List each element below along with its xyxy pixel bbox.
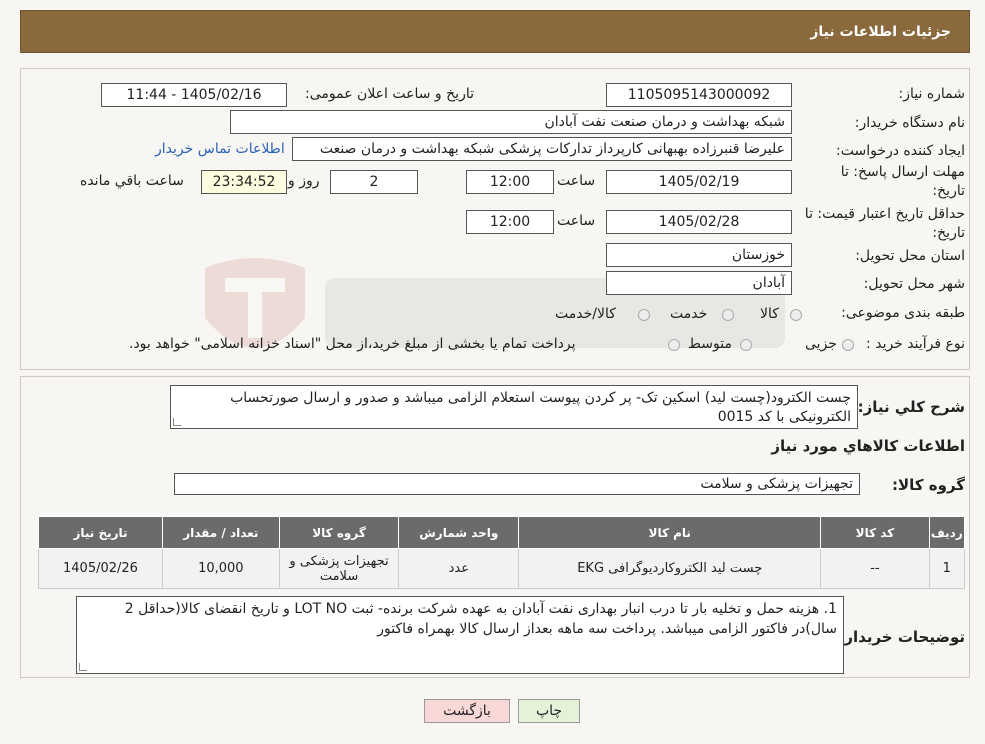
validity-time-label: ساعت: [557, 213, 596, 229]
buyer-contact-link[interactable]: اطلاعات تماس خریدار: [155, 141, 285, 157]
summary-label: شرح کلي نياز:: [857, 398, 965, 416]
col-name-header: نام کالا: [518, 516, 822, 549]
need-number-field: 1105095143000092: [606, 83, 792, 107]
col-date-header: تاریخ نیاز: [38, 516, 163, 549]
process-medium-label: متوسط: [688, 336, 732, 352]
summary-textarea: چست الکترود(چست لید) اسکین تک- پر کردن پ…: [170, 385, 858, 429]
buyer-org-label: نام دستگاه خریدار:: [854, 115, 965, 131]
city-label: شهر محل تحویل:: [863, 276, 965, 292]
process-label: نوع فرآیند خرید :: [866, 336, 965, 352]
table-header-row: رديف کد کالا نام کالا واحد شمارش گروه کا…: [38, 516, 966, 549]
remaining-time-field: 23:34:52: [201, 170, 287, 194]
col-row-header: رديف: [928, 516, 966, 549]
city-field: آبادان: [606, 271, 792, 295]
deadline-date-field: 1405/02/19: [606, 170, 792, 194]
goods-table: رديف کد کالا نام کالا واحد شمارش گروه کا…: [38, 516, 966, 589]
resize-handle-icon[interactable]: [79, 663, 87, 671]
deadline-time-label: ساعت: [557, 173, 596, 189]
treasury-checkbox[interactable]: [668, 339, 680, 351]
remaining-time-label: ساعت باقي مانده: [80, 173, 184, 189]
col-qty-header: تعداد / مقدار: [161, 516, 280, 549]
deadline-label-2: تاریخ:: [932, 183, 965, 199]
goods-group-label: گروه کالا:: [892, 476, 965, 494]
buyer-notes-label: توضیحات خریدار:: [838, 628, 965, 646]
summary-text: چست الکترود(چست لید) اسکین تک- پر کردن پ…: [230, 390, 851, 425]
print-button[interactable]: چاپ: [518, 699, 580, 723]
category-label: طبقه بندی موضوعی:: [841, 305, 965, 321]
cell-qty: 10,000: [161, 548, 280, 589]
process-minor-label: جزیی: [805, 336, 837, 352]
buyer-notes-textarea: 1. هزینه حمل و تخلیه بار تا درب انبار به…: [76, 596, 844, 674]
province-field: خوزستان: [606, 243, 792, 267]
resize-handle-icon[interactable]: [173, 418, 181, 426]
page-header: جزئیات اطلاعات نیاز: [20, 10, 970, 53]
need-number-label: شماره نیاز:: [898, 86, 966, 102]
validity-time-field: 12:00: [466, 210, 554, 234]
province-label: استان محل تحویل:: [855, 248, 965, 264]
category-goods-radio[interactable]: [790, 309, 802, 321]
buyer-org-field: شبکه بهداشت و درمان صنعت نفت آبادان: [230, 110, 792, 134]
process-note: پرداخت تمام یا بخشی از مبلغ خرید،از محل …: [129, 336, 576, 352]
days-label: روز و: [288, 173, 320, 189]
goods-group-field: تجهیزات پزشکی و سلامت: [174, 473, 860, 495]
table-row[interactable]: 1 -- چست لید الکتروکاردیوگرافی EKG عدد ت…: [38, 548, 966, 589]
col-unit-header: واحد شمارش: [398, 516, 520, 549]
validity-label: حداقل تاریخ اعتبار قیمت: تا: [804, 206, 965, 222]
cell-name: چست لید الکتروکاردیوگرافی EKG: [518, 548, 822, 589]
goods-info-title: اطلاعات کالاهاي مورد نياز: [771, 437, 965, 455]
days-field: 2: [330, 170, 418, 194]
category-goods-service-radio[interactable]: [638, 309, 650, 321]
process-medium-radio[interactable]: [740, 339, 752, 351]
col-group-header: گروه کالا: [278, 516, 400, 549]
cell-group: تجهیزات پزشکی و سلامت: [278, 548, 400, 589]
process-minor-radio[interactable]: [842, 339, 854, 351]
category-service-radio[interactable]: [722, 309, 734, 321]
requester-label: ایجاد کننده درخواست:: [836, 143, 965, 159]
buyer-notes-text: 1. هزینه حمل و تخلیه بار تا درب انبار به…: [124, 601, 837, 637]
category-goods-service-label: کالا/خدمت: [555, 306, 616, 322]
category-service-label: خدمت: [670, 306, 708, 322]
cell-date: 1405/02/26: [38, 548, 163, 589]
cell-code: --: [820, 548, 930, 589]
announce-date-label: تاریخ و ساعت اعلان عمومی:: [305, 86, 474, 102]
validity-date-field: 1405/02/28: [606, 210, 792, 234]
page-title: جزئیات اطلاعات نیاز: [810, 23, 951, 40]
cell-unit: عدد: [398, 548, 520, 589]
cell-row: 1: [928, 548, 966, 589]
col-code-header: کد کالا: [820, 516, 930, 549]
deadline-time-field: 12:00: [466, 170, 554, 194]
announce-date-field: 1405/02/16 - 11:44: [101, 83, 287, 107]
category-goods-label: کالا: [760, 306, 779, 322]
requester-field: علیرضا قنبرزاده بهبهانی کارپرداز تدارکات…: [292, 137, 792, 161]
back-button[interactable]: بازگشت: [424, 699, 510, 723]
deadline-label: مهلت ارسال پاسخ: تا: [840, 164, 965, 180]
validity-label-2: تاریخ:: [932, 225, 965, 241]
